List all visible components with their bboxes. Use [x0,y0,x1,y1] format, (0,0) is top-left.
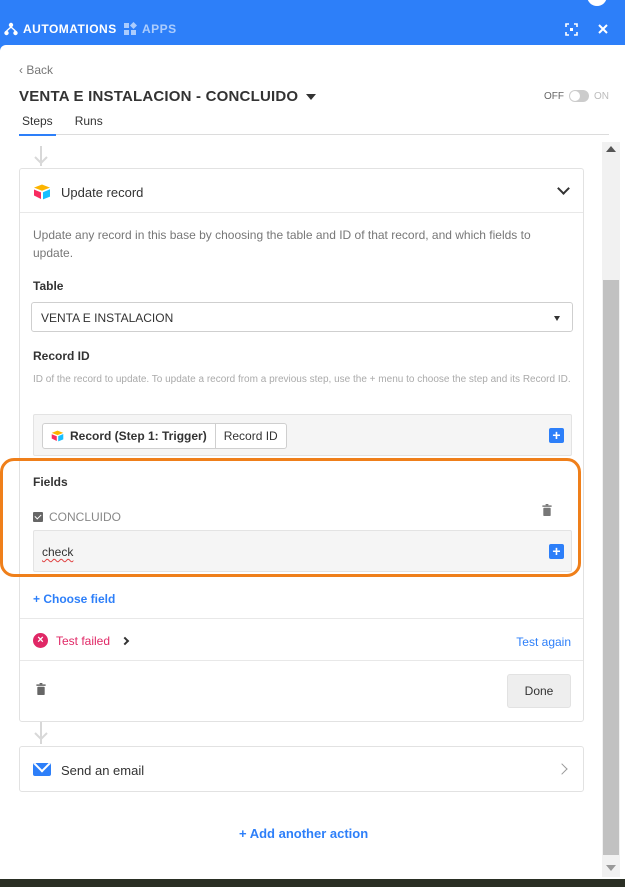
record-id-hint: ID of the record to update. To update a … [33,374,571,385]
caret-down-icon [306,93,317,100]
email-icon [33,763,51,776]
arrow-down-icon [34,732,48,741]
apps-tab[interactable]: APPS [123,22,177,36]
airtable-logo-icon [34,184,50,200]
test-status[interactable]: × Test failed [33,633,130,648]
desktop-background [0,879,625,887]
field-concluido: CONCLUIDO [33,510,121,524]
scroll-down-icon[interactable] [606,865,616,871]
apps-label: APPS [142,22,177,36]
field-value-input[interactable]: check + [33,530,572,572]
automation-title[interactable]: VENTA E INSTALACION - CONCLUIDO [19,88,317,105]
checkbox-field-icon [33,512,43,522]
record-id-token[interactable]: Record (Step 1: Trigger) Record ID [42,423,287,449]
error-icon: × [33,633,48,648]
apps-icon [124,22,137,35]
corner-notch [0,45,6,51]
toggle-switch[interactable] [569,90,589,102]
insert-token-button[interactable]: + [549,428,564,443]
table-select[interactable]: VENTA E INSTALACION [31,302,573,332]
add-action-button[interactable]: + Add another action [239,826,368,841]
toggle-off-label: OFF [544,90,564,102]
expand-icon [564,22,578,36]
app-topbar: AUTOMATIONS APPS [0,0,625,45]
avatar[interactable] [587,0,607,6]
divider [20,660,583,661]
fields-label: Fields [33,475,68,489]
tab-steps[interactable]: Steps [19,114,56,136]
back-link[interactable]: ‹ Back [19,63,53,77]
card-title: Update record [61,185,144,200]
token-source: Record (Step 1: Trigger) [43,424,216,448]
automations-label: AUTOMATIONS [23,22,117,36]
close-button[interactable] [595,21,611,37]
step-connector [33,146,49,168]
done-button[interactable]: Done [507,674,571,708]
dropdown-caret-icon [554,316,560,321]
expand-button[interactable] [563,21,579,37]
chevron-right-icon [556,763,568,775]
send-email-card[interactable]: Send an email [19,746,584,792]
tab-bar: Steps Runs [19,114,609,136]
airtable-logo-icon [51,430,64,442]
table-select-value: VENTA E INSTALACION [41,311,174,325]
back-label: Back [26,63,54,77]
chevron-down-icon[interactable] [557,182,570,195]
update-record-card: Update record Update any record in this … [0,168,584,722]
automation-toggle[interactable]: OFF ON [544,90,609,102]
card-description: Update any record in this base by choosi… [33,228,531,260]
page-title: VENTA E INSTALACION - CONCLUIDO [19,88,299,105]
automations-tab[interactable]: AUTOMATIONS [4,22,117,36]
automations-icon [4,22,18,36]
scroll-up-icon[interactable] [606,146,616,152]
test-status-label: Test failed [56,633,111,648]
scrollbar[interactable] [602,142,620,877]
scrollbar-thumb[interactable] [603,280,619,855]
insert-value-button[interactable]: + [549,544,564,559]
close-icon [598,24,608,34]
table-label: Table [33,279,64,293]
card-header[interactable]: Update record [20,169,583,213]
toggle-on-label: ON [594,90,609,102]
field-value-text: check [42,545,74,559]
record-id-input[interactable]: Record (Step 1: Trigger) Record ID + [33,414,572,456]
field-name: CONCLUIDO [49,510,122,524]
divider [20,618,583,619]
delete-step-icon[interactable] [36,683,46,695]
token-field: Record ID [223,429,278,443]
token-source-label: Record (Step 1: Trigger) [70,429,207,443]
arrow-down-icon [34,156,48,165]
step-connector [33,722,49,746]
chevron-right-icon [120,636,130,645]
record-id-label: Record ID [33,349,90,363]
delete-field-icon[interactable] [542,504,552,516]
tab-runs[interactable]: Runs [72,114,106,135]
choose-field-button[interactable]: + Choose field [33,592,115,606]
card-title: Send an email [61,763,145,778]
steps-panel: Update record Update any record in this … [0,142,600,887]
test-again-link[interactable]: Test again [516,635,571,649]
